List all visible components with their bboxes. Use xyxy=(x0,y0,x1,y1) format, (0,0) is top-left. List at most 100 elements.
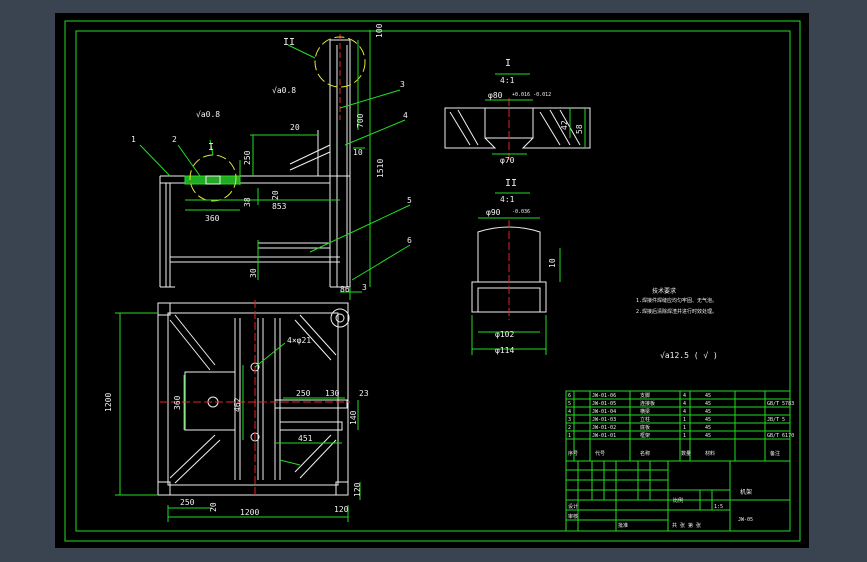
part-row-qty: 4 xyxy=(683,393,686,399)
part-row-name: 底板 xyxy=(640,424,650,431)
dim-462: 462 xyxy=(233,397,242,412)
roughness-a: √a0.8 xyxy=(196,110,220,119)
part-row-no: 4 xyxy=(568,409,571,415)
balloon-3: 3 xyxy=(400,80,405,89)
dim-360: 360 xyxy=(205,214,220,223)
part-row-mat: 45 xyxy=(705,425,711,431)
dim-30: 30 xyxy=(249,268,258,278)
dim-700: 700 xyxy=(356,113,365,128)
tb-drawing-name: 机架 xyxy=(740,488,752,496)
part-row-name: 立柱 xyxy=(640,416,650,423)
dim-20a: 20 xyxy=(290,123,300,132)
tb-header-qty: 数量 xyxy=(681,450,691,457)
dim-10: 10 xyxy=(353,148,363,157)
dim-130: 130 xyxy=(325,389,340,398)
tb-checker: 审核 xyxy=(568,513,578,520)
part-row-name: 连接板 xyxy=(640,400,655,407)
dim-120-a: 120 xyxy=(334,505,349,514)
holes-callout: 4×φ21 xyxy=(287,336,311,345)
dim-20-bottom: 20 xyxy=(209,502,218,512)
part-row-note: JB/T 5 xyxy=(767,417,785,423)
drawing-canvas: 1 2 3 4 5 6 I II √a0.8 √a0.8 100 700 151… xyxy=(55,13,809,548)
detail-I-title: I xyxy=(505,58,511,69)
detail-II-dim-10: 10 xyxy=(548,258,557,268)
dim-20b: 20 xyxy=(271,190,280,200)
tb-header-name: 名称 xyxy=(640,450,650,457)
part-row-name: 横梁 xyxy=(640,408,650,415)
part-row-no: 2 xyxy=(568,425,571,431)
detail-I-dim-42: 42 xyxy=(560,120,569,130)
balloon-5: 5 xyxy=(407,196,412,205)
dim-120-b: 120 xyxy=(353,482,362,497)
dim-1510: 1510 xyxy=(376,159,385,178)
tb-header-note: 备注 xyxy=(770,450,780,457)
part-row-qty: 1 xyxy=(683,417,686,423)
detail-I-dia-top: φ80 xyxy=(488,91,503,100)
detail-II-tolerance: -0.036 xyxy=(512,209,530,215)
dim-3: 3 xyxy=(362,283,367,292)
tech-req-line-1: 1.焊接件焊缝应均匀牢固、无气泡。 xyxy=(636,297,717,304)
roughness-b: √a0.8 xyxy=(272,86,296,95)
part-row-no: 5 xyxy=(568,401,571,407)
tech-req-line-2: 2.焊接后清除焊渣并进行时效处理。 xyxy=(636,308,717,315)
tb-header-code: 代号 xyxy=(595,450,605,457)
dim-451: 451 xyxy=(298,434,313,443)
detail-I-dim-58: 58 xyxy=(575,124,584,134)
part-row-mat: 45 xyxy=(705,393,711,399)
tb-approve: 批准 xyxy=(618,522,628,529)
part-row-qty: 4 xyxy=(683,401,686,407)
detail-mark-II: II xyxy=(283,37,295,48)
detail-II-title: II xyxy=(505,178,517,189)
dim-1200-horizontal: 1200 xyxy=(240,508,259,517)
detail-II-dia-top: φ90 xyxy=(486,208,501,217)
dim-360-vertical: 360 xyxy=(173,395,182,410)
detail-II-dia-bottom: φ114 xyxy=(495,346,514,355)
dim-86: 86 xyxy=(340,285,350,294)
detail-I-tolerance: +0.016 -0.012 xyxy=(512,92,551,98)
detail-I-dia-bottom: φ70 xyxy=(500,156,515,165)
balloon-2: 2 xyxy=(172,135,177,144)
part-row-note: GB/T 6170 xyxy=(767,433,794,439)
detail-II-dia-mid: φ102 xyxy=(495,330,514,339)
balloon-6: 6 xyxy=(407,236,412,245)
tb-scale-value: 1:5 xyxy=(714,504,723,510)
dim-250: 250 xyxy=(243,150,252,165)
part-row-no: 6 xyxy=(568,393,571,399)
part-row-code: JW-01-01 xyxy=(592,433,616,439)
detail-mark-I: I xyxy=(208,142,214,153)
part-row-mat: 45 xyxy=(705,401,711,407)
part-row-mat: 45 xyxy=(705,433,711,439)
part-row-note: GB/T 5783 xyxy=(767,401,794,407)
dim-1200-vertical: 1200 xyxy=(104,393,113,412)
dim-250-plan: 250 xyxy=(296,389,311,398)
part-row-no: 3 xyxy=(568,417,571,423)
dim-38: 38 xyxy=(243,197,252,207)
part-row-name: 支脚 xyxy=(640,392,650,399)
part-row-mat: 45 xyxy=(705,417,711,423)
part-row-code: JW-01-05 xyxy=(592,401,616,407)
tb-sheet: 共 张 第 张 xyxy=(672,522,701,529)
part-row-qty: 1 xyxy=(683,433,686,439)
cad-drawing-sheet: 1 2 3 4 5 6 I II √a0.8 √a0.8 100 700 151… xyxy=(0,0,867,562)
balloon-4: 4 xyxy=(403,111,408,120)
part-row-name: 框架 xyxy=(640,432,650,439)
part-row-qty: 1 xyxy=(683,425,686,431)
detail-II-scale: 4:1 xyxy=(500,195,515,204)
part-row-code: JW-01-06 xyxy=(592,393,616,399)
part-row-no: 1 xyxy=(568,433,571,439)
tb-designer: 设计 xyxy=(568,503,578,510)
dim-140: 140 xyxy=(349,410,358,425)
dim-23: 23 xyxy=(359,389,369,398)
dim-853: 853 xyxy=(272,202,287,211)
dim-100: 100 xyxy=(375,23,384,38)
tech-req-title: 技术要求 xyxy=(652,287,676,295)
roughness-note: √a12.5 ( √ ) xyxy=(660,351,718,360)
tb-drawing-code: JW-05 xyxy=(738,517,753,523)
tb-header-no: 序号 xyxy=(568,450,578,457)
part-row-qty: 4 xyxy=(683,409,686,415)
part-row-code: JW-01-03 xyxy=(592,417,616,423)
tb-scale-label: 比例 xyxy=(673,497,683,504)
part-row-code: JW-01-02 xyxy=(592,425,616,431)
tb-header-mat: 材料 xyxy=(705,450,715,457)
dim-250-bottom: 250 xyxy=(180,498,195,507)
